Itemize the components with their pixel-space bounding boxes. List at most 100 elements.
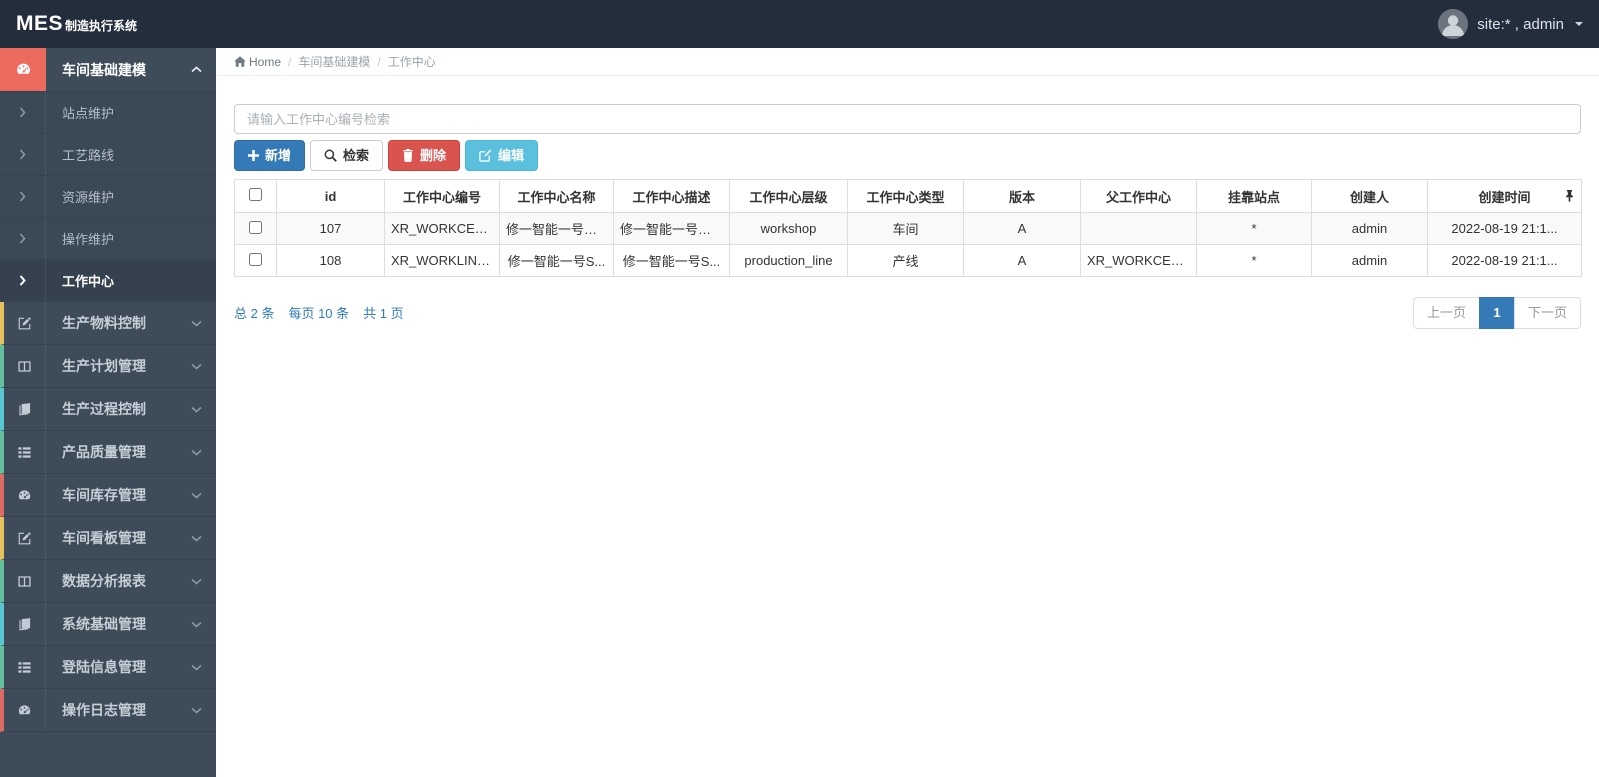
table-row[interactable]: 107 XR_WORKCEN... 修一智能一号车间 修一智能一号车间 work… — [234, 212, 1582, 245]
user-avatar — [1438, 9, 1469, 39]
plus-icon — [248, 150, 259, 161]
header-workcenter-level[interactable]: 工作中心层级 — [729, 179, 848, 213]
sidebar-item-product-quality[interactable]: 产品质量管理 — [0, 431, 216, 474]
toolbar: 新增 检索 删除 编辑 — [234, 140, 1581, 171]
pagination-per-page[interactable]: 每页 10 条 — [288, 303, 349, 322]
sidebar-item-label: 操作维护 — [62, 232, 115, 247]
sidebar-item-process-route[interactable]: 工艺路线 — [0, 134, 216, 176]
sidebar-item-label: 工作中心 — [62, 274, 115, 289]
prev-page-button[interactable]: 上一页 — [1412, 297, 1480, 329]
cell-create-time: 2022-08-19 21:1... — [1427, 212, 1582, 245]
sidebar-item-resource-maintenance[interactable]: 资源维护 — [0, 176, 216, 218]
add-button[interactable]: 新增 — [234, 140, 306, 171]
page-body: 新增 检索 删除 编辑 — [216, 76, 1599, 329]
columns-icon — [4, 345, 46, 387]
sidebar-item-operation-maintenance[interactable]: 操作维护 — [0, 218, 216, 260]
sidebar-item-production-material[interactable]: 生产物料控制 — [0, 302, 216, 345]
breadcrumb-current: 工作中心 — [387, 55, 436, 69]
chevron-down-icon — [191, 535, 202, 542]
cell-attached-station: * — [1196, 212, 1312, 245]
sidebar-item-operation-log[interactable]: 操作日志管理 — [0, 689, 216, 732]
header-create-time[interactable]: 创建时间 — [1427, 179, 1582, 213]
search-button[interactable]: 检索 — [310, 140, 384, 171]
cell-version: A — [963, 212, 1081, 245]
pagination-page-count[interactable]: 共 1 页 — [363, 303, 403, 322]
trash-icon — [403, 149, 413, 162]
house-icon — [234, 56, 246, 67]
select-all-checkbox[interactable] — [249, 188, 262, 201]
sidebar-item-login-info[interactable]: 登陆信息管理 — [0, 646, 216, 689]
chevron-right-icon — [0, 134, 46, 175]
sidebar-item-station-maintenance[interactable]: 站点维护 — [0, 92, 216, 134]
list-icon — [4, 646, 46, 688]
row-checkbox[interactable] — [249, 252, 262, 266]
book-icon — [4, 603, 46, 645]
sidebar-item-label: 资源维护 — [62, 190, 115, 205]
sidebar: 车间基础建模 站点维护 工艺路线 资源维护 操作维护 工作中心 生产物料控制 生… — [0, 48, 216, 777]
pushpin-icon[interactable] — [1565, 190, 1574, 202]
user-menu[interactable]: site:* , admin — [1438, 9, 1583, 39]
sidebar-item-production-plan[interactable]: 生产计划管理 — [0, 345, 216, 388]
cell-workcenter-type: 产线 — [847, 244, 964, 277]
sidebar-item-work-center[interactable]: 工作中心 — [0, 260, 216, 302]
cell-creator: admin — [1311, 212, 1428, 245]
chevron-down-icon — [191, 320, 202, 327]
cell-workcenter-code: XR_WORKLINE... — [384, 244, 500, 277]
sidebar-item-system-basic[interactable]: 系统基础管理 — [0, 603, 216, 646]
edit-icon — [4, 302, 46, 344]
cell-workcenter-code: XR_WORKCEN... — [384, 212, 500, 245]
chevron-down-icon — [191, 406, 202, 413]
next-page-button[interactable]: 下一页 — [1513, 297, 1581, 329]
chevron-down-icon — [191, 492, 202, 499]
cell-attached-station: * — [1196, 244, 1312, 277]
sidebar-item-workshop-inventory[interactable]: 车间库存管理 — [0, 474, 216, 517]
chevron-down-icon — [191, 707, 202, 714]
cell-workcenter-name: 修一智能一号车间 — [499, 212, 614, 245]
data-table: id 工作中心编号 工作中心名称 工作中心描述 工作中心层级 工作中心类型 版本… — [234, 179, 1582, 277]
sidebar-item-workshop-modeling[interactable]: 车间基础建模 — [0, 48, 216, 92]
chevron-down-icon — [191, 664, 202, 671]
breadcrumb-home[interactable]: Home — [234, 55, 281, 69]
sidebar-item-label: 工艺路线 — [62, 148, 115, 163]
pagination-total[interactable]: 总 2 条 — [234, 303, 274, 322]
cell-create-time: 2022-08-19 21:1... — [1427, 244, 1582, 277]
sidebar-item-production-process[interactable]: 生产过程控制 — [0, 388, 216, 431]
pagination-controls: 上一页 1 下一页 — [1412, 297, 1581, 329]
cell-workcenter-level: production_line — [729, 244, 848, 277]
sidebar-item-data-analysis[interactable]: 数据分析报表 — [0, 560, 216, 603]
header-parent-workcenter[interactable]: 父工作中心 — [1080, 179, 1197, 213]
table-row[interactable]: 108 XR_WORKLINE... 修一智能一号S... 修一智能一号S...… — [234, 244, 1582, 277]
header-attached-station[interactable]: 挂靠站点 — [1196, 179, 1312, 213]
dashboard-icon — [0, 48, 46, 91]
dashboard-icon — [4, 689, 46, 731]
app-logo-text: 制造执行系统 — [65, 19, 138, 33]
search-input[interactable] — [234, 104, 1581, 134]
pagination-bar: 总 2 条 每页 10 条 共 1 页 上一页 1 下一页 — [234, 297, 1581, 329]
pagination-summary: 总 2 条 每页 10 条 共 1 页 — [234, 303, 404, 322]
sidebar-item-workshop-kanban[interactable]: 车间看板管理 — [0, 517, 216, 560]
edit-button[interactable]: 编辑 — [465, 140, 539, 171]
breadcrumb-home-label: Home — [249, 54, 282, 69]
chevron-right-icon — [0, 260, 46, 301]
edit-icon — [4, 517, 46, 559]
columns-icon — [4, 560, 46, 602]
header-creator[interactable]: 创建人 — [1311, 179, 1428, 213]
breadcrumb-level1[interactable]: 车间基础建模 — [298, 53, 370, 70]
chevron-right-icon — [0, 218, 46, 259]
header-version[interactable]: 版本 — [963, 179, 1081, 213]
header-workcenter-desc[interactable]: 工作中心描述 — [613, 179, 730, 213]
app-logo[interactable]: MES 制造执行系统 — [16, 12, 137, 36]
row-checkbox[interactable] — [249, 220, 262, 234]
delete-button[interactable]: 删除 — [388, 140, 461, 171]
header-workcenter-type[interactable]: 工作中心类型 — [847, 179, 964, 213]
chevron-up-icon — [191, 66, 202, 73]
breadcrumb-separator: / — [377, 54, 381, 69]
sidebar-item-label: 站点维护 — [62, 106, 115, 121]
search-button-label: 检索 — [343, 148, 370, 163]
dashboard-icon — [4, 474, 46, 516]
page-1-button[interactable]: 1 — [1478, 297, 1515, 329]
header-workcenter-code[interactable]: 工作中心编号 — [384, 179, 500, 213]
header-workcenter-name[interactable]: 工作中心名称 — [499, 179, 614, 213]
header-id[interactable]: id — [276, 179, 385, 213]
cell-workcenter-desc: 修一智能一号S... — [613, 244, 730, 277]
